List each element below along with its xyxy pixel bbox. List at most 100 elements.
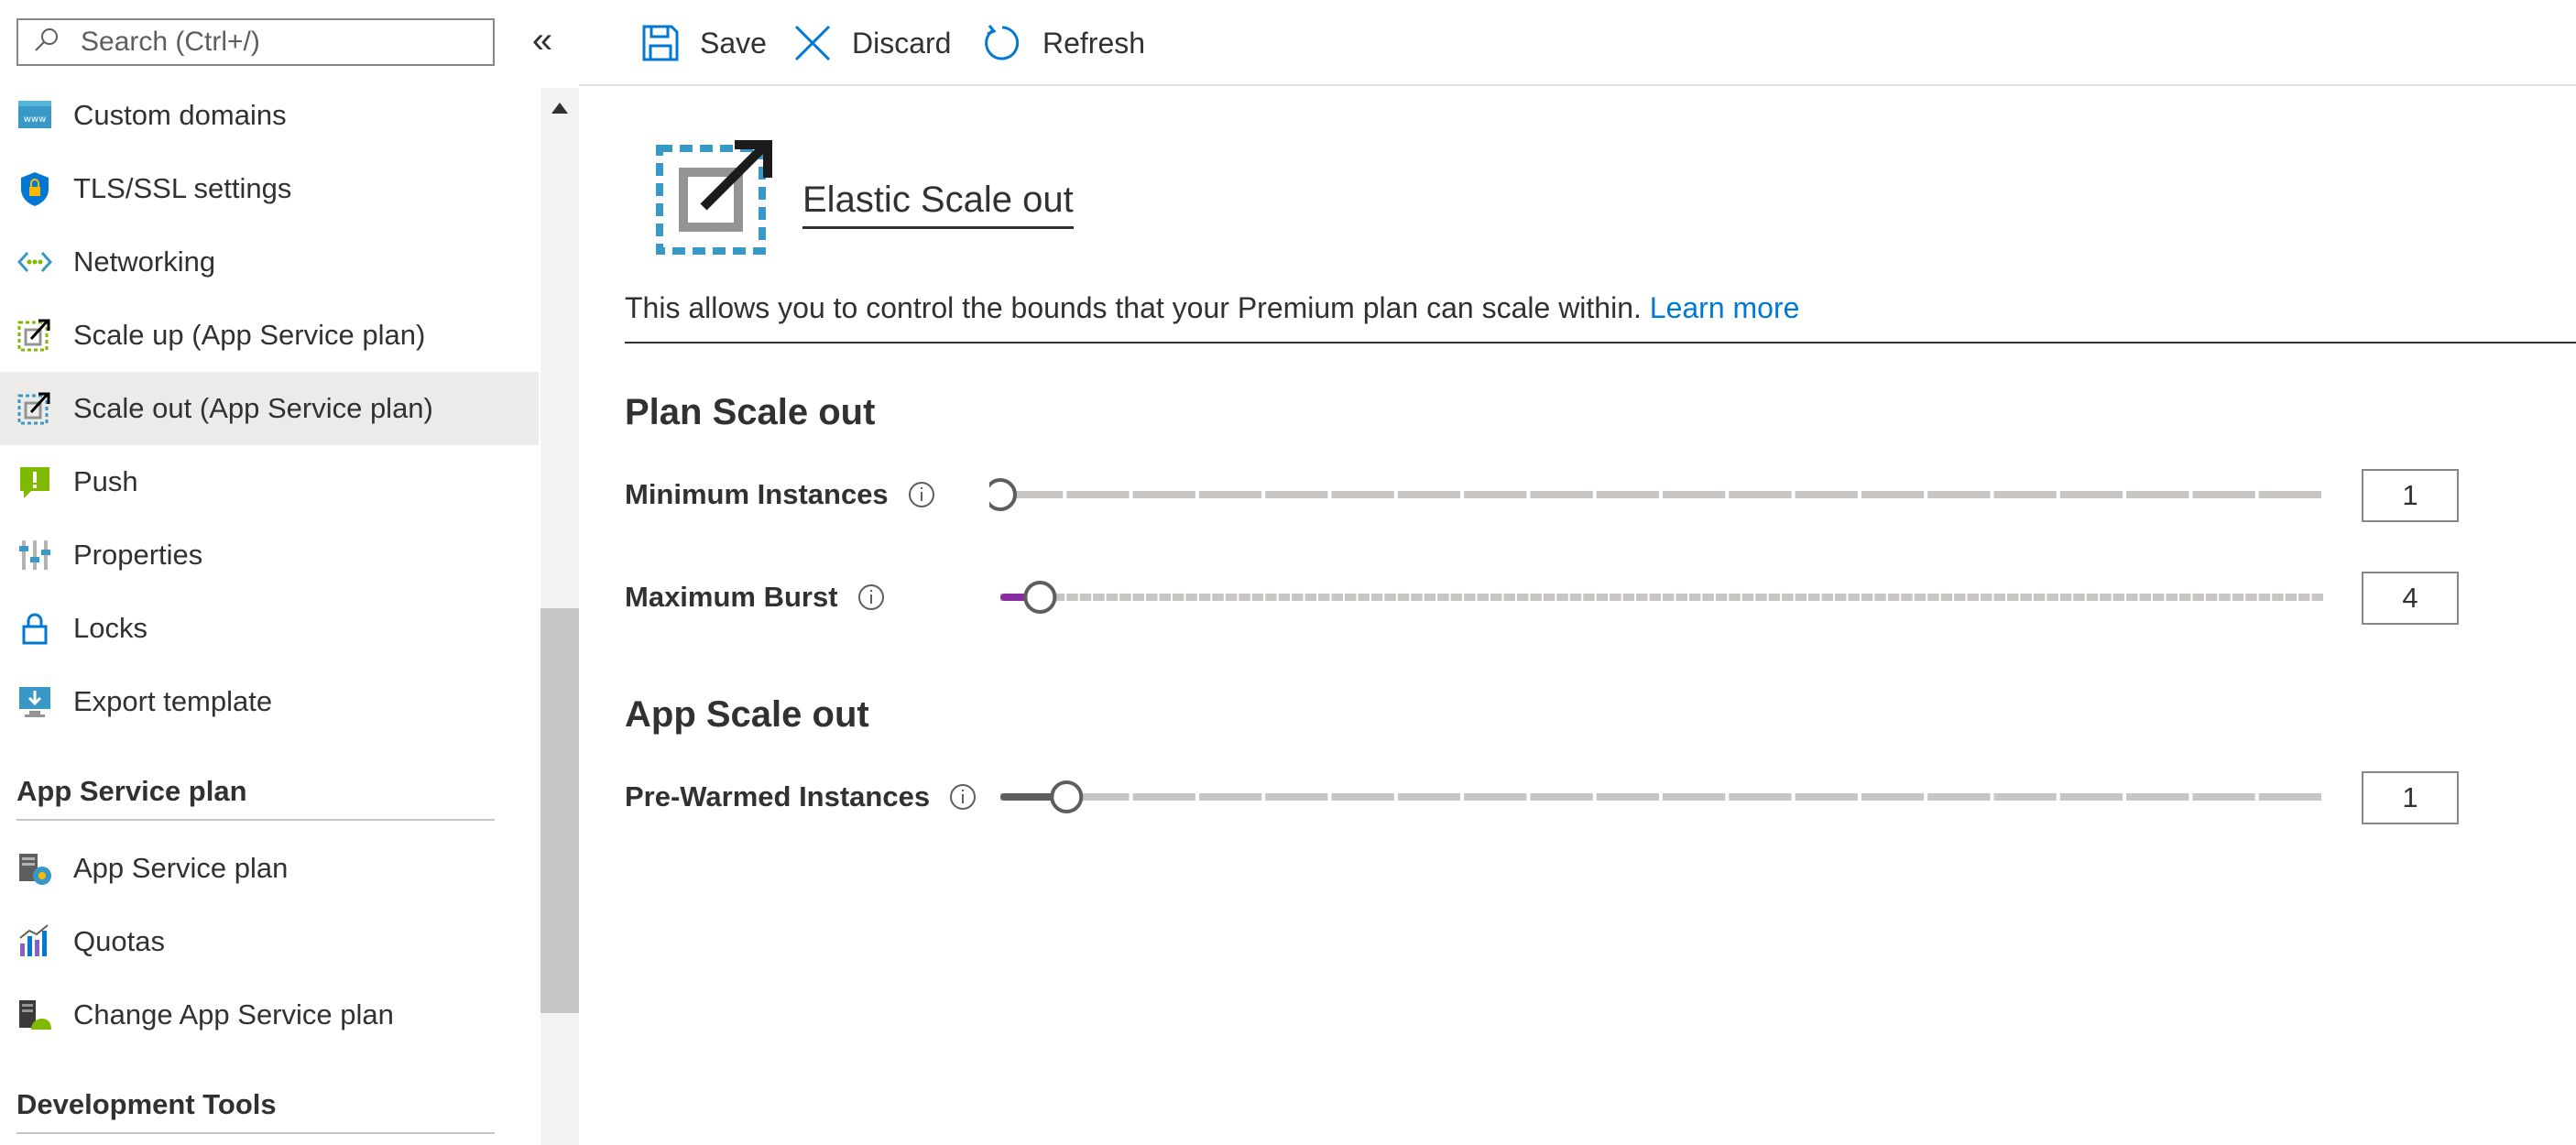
save-button[interactable]: Save xyxy=(641,18,767,68)
sidebar-scrollbar[interactable] xyxy=(540,88,579,1145)
scrollbar-thumb[interactable] xyxy=(540,608,579,1013)
slider-segment xyxy=(2245,594,2257,601)
max-burst-label: Maximum Burst xyxy=(625,581,886,614)
min-instances-slider[interactable] xyxy=(989,474,2336,515)
slider-segment xyxy=(2219,594,2231,601)
slider-thumb[interactable] xyxy=(1023,581,1057,614)
scroll-up-arrow-icon[interactable] xyxy=(551,103,568,114)
slider-thumb[interactable] xyxy=(989,478,1017,511)
info-icon[interactable] xyxy=(907,480,936,509)
sidebar-item-change-plan[interactable]: Change App Service plan xyxy=(0,978,539,1052)
page-title: Elastic Scale out xyxy=(802,180,1074,229)
slider-segment xyxy=(1663,491,1726,498)
min-instances-slider-track[interactable] xyxy=(989,474,2336,515)
max-burst-value[interactable] xyxy=(2362,572,2459,625)
slider-segment xyxy=(1755,594,1767,601)
slider-segment xyxy=(1185,594,1197,601)
sidebar-item-app-service-plan[interactable]: App Service plan xyxy=(0,832,539,905)
lock-icon xyxy=(16,610,53,647)
slider-segment xyxy=(1132,491,1195,498)
min-instances-label: Minimum Instances xyxy=(625,478,936,511)
slider-segment xyxy=(1503,594,1515,601)
collapse-sidebar-button[interactable]: « xyxy=(524,22,561,59)
slider-segment xyxy=(2086,594,2099,601)
slider-segment xyxy=(2298,594,2310,601)
properties-icon xyxy=(16,537,53,573)
slider-segment xyxy=(1715,594,1728,601)
sidebar-item-scale-up[interactable]: Scale up (App Service plan) xyxy=(0,299,539,372)
slider-segment xyxy=(1702,594,1714,601)
slider-segment xyxy=(1066,491,1130,498)
quotas-icon xyxy=(16,923,53,960)
slider-segment xyxy=(1795,491,1858,498)
sidebar-item-label: Quotas xyxy=(73,925,165,957)
sidebar-item-label: Custom domains xyxy=(73,99,287,131)
slider-segment xyxy=(1729,491,1792,498)
sidebar-item-custom-domains[interactable]: www Custom domains xyxy=(0,79,539,152)
slider-segment xyxy=(1278,594,1291,601)
slider-segment xyxy=(1079,594,1092,601)
slider-segment xyxy=(2205,594,2218,601)
slider-segment xyxy=(1596,491,1659,498)
sidebar-item-tls-ssl[interactable]: TLS/SSL settings xyxy=(0,152,539,225)
slider-segment xyxy=(1198,491,1262,498)
sidebar-item-locks[interactable]: Locks xyxy=(0,592,539,665)
shield-lock-icon xyxy=(16,170,53,207)
sidebar-item-properties[interactable]: Properties xyxy=(0,518,539,592)
slider-segment xyxy=(1384,594,1396,601)
prewarmed-instances-slider[interactable] xyxy=(989,777,2336,817)
refresh-button[interactable]: Refresh xyxy=(982,18,1145,68)
slider-segment xyxy=(2033,594,2046,601)
sidebar-item-scale-out[interactable]: Scale out (App Service plan) xyxy=(0,372,539,445)
prewarmed-instances-slider-track[interactable] xyxy=(989,777,2336,817)
info-icon[interactable] xyxy=(857,583,886,612)
slider-segment xyxy=(1093,594,1105,601)
sidebar-item-label: Change App Service plan xyxy=(73,998,394,1030)
sidebar-item-networking[interactable]: Networking xyxy=(0,225,539,299)
slider-segment xyxy=(1212,594,1224,601)
slider-segment xyxy=(2178,594,2191,601)
min-instances-value[interactable] xyxy=(2362,469,2459,522)
slider-segment xyxy=(1225,594,1238,601)
www-icon: www xyxy=(16,97,53,134)
search-box[interactable] xyxy=(16,18,495,66)
description: This allows you to control the bounds th… xyxy=(625,291,2576,344)
prewarmed-instances-value[interactable] xyxy=(2362,771,2459,824)
save-icon xyxy=(641,24,680,62)
slider-segment xyxy=(1901,594,1913,601)
networking-icon xyxy=(16,244,53,280)
slider-segment xyxy=(1795,793,1858,801)
slider-segment xyxy=(1066,594,1078,601)
slider-segment xyxy=(1198,793,1262,801)
sidebar-item-export-template[interactable]: Export template xyxy=(0,665,539,738)
learn-more-link[interactable]: Learn more xyxy=(1650,291,1800,324)
app-service-plan-icon xyxy=(16,850,53,887)
slider-segment xyxy=(1993,793,2057,801)
slider-segment xyxy=(1132,793,1195,801)
slider-segment xyxy=(2126,594,2138,601)
search-input[interactable] xyxy=(79,26,467,59)
slider-segment xyxy=(1490,594,1502,601)
sidebar-item-push[interactable]: Push xyxy=(0,445,539,518)
elastic-scale-out-icon xyxy=(656,139,777,263)
max-burst-slider-track[interactable] xyxy=(989,577,2336,617)
info-icon[interactable] xyxy=(948,782,977,812)
prewarmed-instances-label: Pre-Warmed Instances xyxy=(625,780,977,813)
slider-segment xyxy=(1729,793,1792,801)
slider-segment xyxy=(1251,594,1264,601)
discard-button[interactable]: Discard xyxy=(793,18,951,68)
slider-segment xyxy=(1530,594,1542,601)
slider-segment xyxy=(1927,793,1991,801)
max-burst-slider[interactable] xyxy=(989,577,2336,617)
slider-segment xyxy=(1292,594,1304,601)
slider-segment xyxy=(1397,793,1461,801)
slider-segment xyxy=(2192,594,2204,601)
section-title-development-tools: Development Tools xyxy=(16,1088,495,1134)
slider-segment xyxy=(1331,491,1394,498)
sidebar-item-quotas[interactable]: Quotas xyxy=(0,905,539,978)
slider-segment xyxy=(1450,594,1463,601)
sidebar-item-label: Push xyxy=(73,465,138,497)
slider-segment xyxy=(1477,594,1490,601)
slider-segment xyxy=(1239,594,1250,601)
slider-thumb[interactable] xyxy=(1050,780,1084,813)
